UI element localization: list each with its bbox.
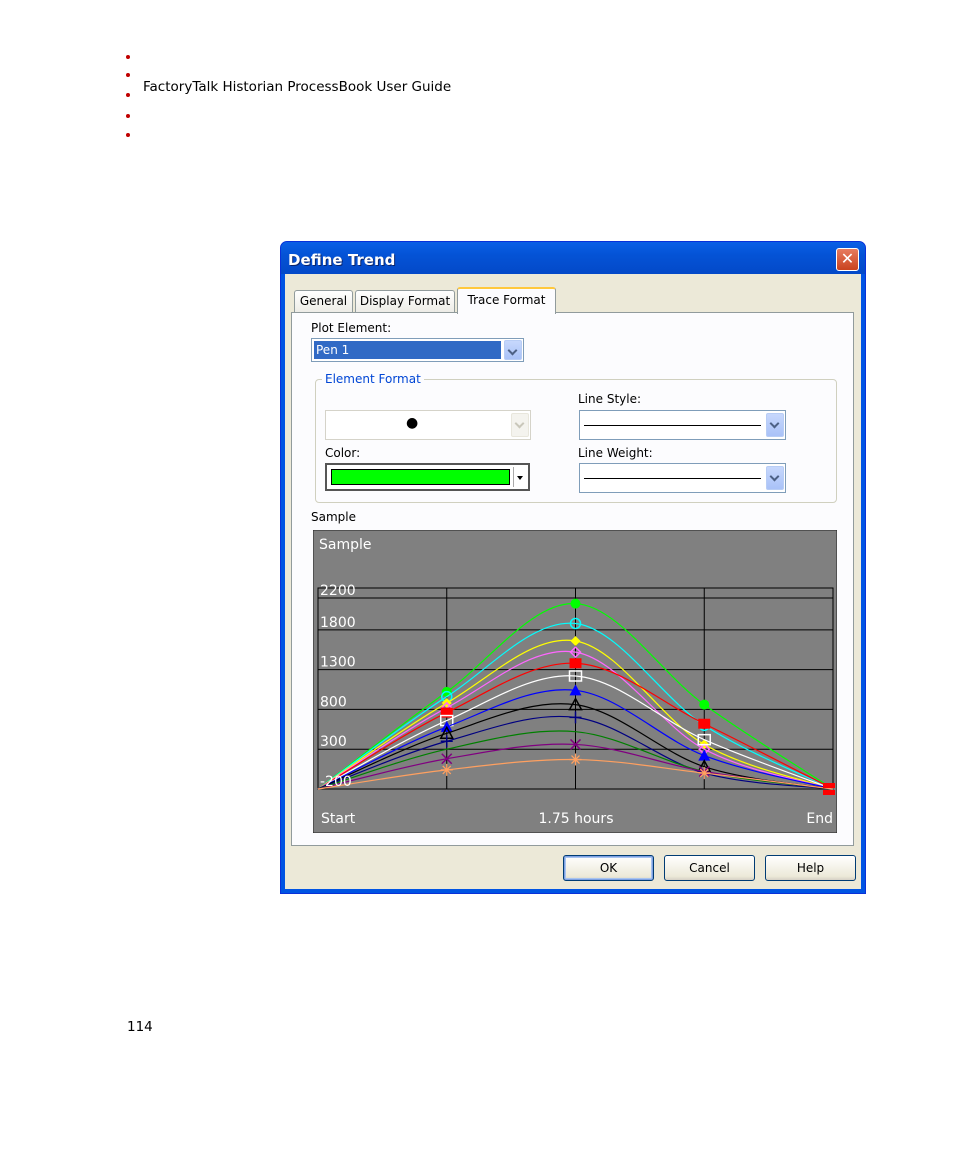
bullet-dot: [126, 55, 130, 59]
document-header: FactoryTalk Historian ProcessBook User G…: [143, 79, 452, 95]
page-number: 114: [127, 1019, 153, 1035]
end-marker: [823, 783, 835, 788]
chevron-down-icon[interactable]: [766, 413, 784, 437]
chevron-down-icon[interactable]: [513, 467, 526, 487]
chevron-down-icon: [511, 413, 529, 437]
y-tick-label: 1800: [320, 615, 356, 631]
element-format-title: Element Format: [322, 372, 424, 386]
ok-button[interactable]: OK: [563, 855, 654, 881]
color-label: Color:: [325, 446, 361, 460]
sample-label: Sample: [311, 510, 356, 524]
bullet-dot: [126, 133, 130, 137]
x-label-start: Start: [321, 811, 356, 827]
data-point-marker: [569, 658, 582, 669]
help-button[interactable]: Help: [765, 855, 856, 881]
cancel-button[interactable]: Cancel: [664, 855, 755, 881]
chevron-down-icon[interactable]: [766, 466, 784, 490]
marker-dot-icon: ●: [406, 415, 419, 431]
data-point-marker: [699, 699, 710, 710]
chart-title: Sample: [319, 537, 372, 553]
y-tick-label: -200: [320, 774, 352, 790]
plot-element-value: Pen 1: [314, 341, 501, 359]
line-style-select[interactable]: [579, 410, 786, 440]
trace-format-panel: Plot Element: Pen 1 Element Format ● Lin…: [291, 312, 854, 846]
line-style-preview: [584, 425, 761, 426]
close-button[interactable]: ✕: [836, 248, 859, 271]
data-point-marker: [698, 718, 711, 729]
y-tick-label: 300: [320, 734, 347, 750]
line-weight-preview: [584, 478, 761, 479]
x-label-end: End: [806, 811, 833, 827]
define-trend-dialog: Define Trend ✕ General Display Format Tr…: [280, 241, 866, 894]
marker-select: ●: [325, 410, 531, 440]
chevron-down-icon[interactable]: [504, 340, 522, 360]
line-weight-label: Line Weight:: [578, 446, 653, 460]
title-bar[interactable]: Define Trend ✕: [281, 242, 865, 274]
y-tick-label: 2200: [320, 583, 356, 599]
sample-chart: Sample 2200 1800 1300 800 300 -200 Start 1.75…: [312, 529, 838, 834]
plot-element-label: Plot Element:: [311, 321, 392, 335]
plot-element-select[interactable]: Pen 1: [311, 338, 524, 362]
line-weight-select[interactable]: [579, 463, 786, 493]
tab-general[interactable]: General: [294, 290, 353, 313]
close-icon: ✕: [840, 249, 855, 268]
dialog-title: Define Trend: [288, 251, 396, 269]
bullet-dot: [126, 93, 130, 97]
element-format-group: Element Format ● Line Style: Color: Line…: [315, 372, 837, 503]
tab-trace-format[interactable]: Trace Format: [457, 287, 556, 314]
dialog-client-area: General Display Format Trace Format Plot…: [285, 274, 861, 889]
color-swatch: [331, 469, 510, 485]
bullet-dot: [126, 114, 130, 118]
bullet-dot: [126, 73, 130, 77]
x-label-middle: 1.75 hours: [539, 811, 614, 827]
y-tick-label: 800: [320, 694, 347, 710]
color-picker[interactable]: [325, 463, 530, 491]
y-tick-label: 1300: [320, 655, 356, 671]
data-point-marker: [570, 598, 581, 609]
line-style-label: Line Style:: [578, 392, 642, 406]
sample-chart-svg: Sample 2200 1800 1300 800 300 -200 Start 1.75…: [312, 529, 838, 834]
tab-display-format[interactable]: Display Format: [355, 290, 455, 313]
end-marker: [823, 790, 835, 795]
